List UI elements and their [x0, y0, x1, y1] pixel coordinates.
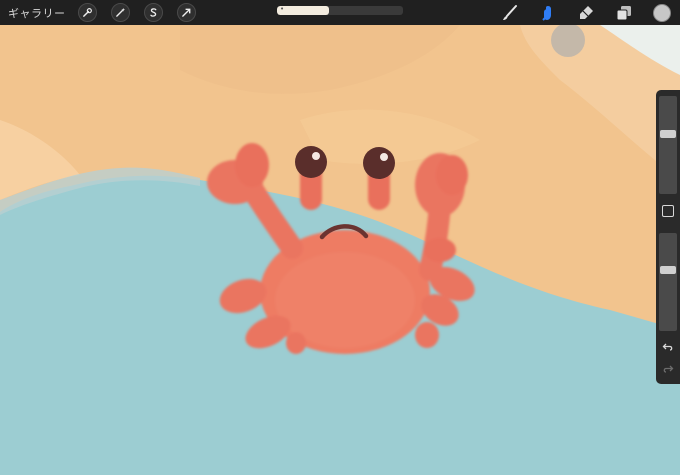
arrow-cursor-icon [181, 8, 190, 17]
brush-size-slider[interactable] [659, 96, 677, 194]
color-picker-button[interactable] [652, 3, 672, 23]
wrench-icon [82, 8, 92, 17]
drawing-canvas[interactable] [0, 0, 680, 475]
redo-button[interactable] [660, 362, 676, 376]
brush-size-slider-thumb[interactable] [660, 130, 676, 139]
side-slider-panel [656, 90, 680, 384]
color-swatch-icon [653, 3, 671, 22]
magic-wand-icon [115, 7, 125, 17]
smudge-tool-button[interactable] [538, 3, 558, 23]
actions-button[interactable] [77, 3, 97, 22]
layers-button[interactable] [614, 3, 634, 23]
adjustments-button[interactable] [110, 3, 130, 22]
right-toolbar [482, 0, 672, 25]
opacity-slider[interactable] [659, 233, 677, 331]
gallery-button[interactable]: ギャラリー [8, 5, 66, 21]
selection-s-icon [149, 8, 156, 17]
smudge-finger-icon [542, 5, 551, 21]
opacity-slider-thumb[interactable] [660, 266, 676, 275]
progress-label: • [280, 6, 285, 13]
progress-fill [277, 6, 329, 15]
redo-icon [663, 365, 674, 373]
undo-icon [662, 343, 673, 351]
layers-icon [616, 5, 631, 20]
brush-tool-button[interactable] [500, 3, 520, 23]
eraser-tool-button[interactable] [576, 3, 596, 23]
undo-button[interactable] [660, 340, 676, 354]
transform-button[interactable] [176, 3, 196, 22]
eraser-icon [580, 5, 593, 19]
brush-icon [503, 4, 517, 20]
selection-button[interactable] [143, 3, 163, 22]
progress-indicator: • [277, 6, 403, 15]
top-toolbar: ギャラリー • [0, 0, 680, 25]
modify-button[interactable] [662, 205, 674, 217]
